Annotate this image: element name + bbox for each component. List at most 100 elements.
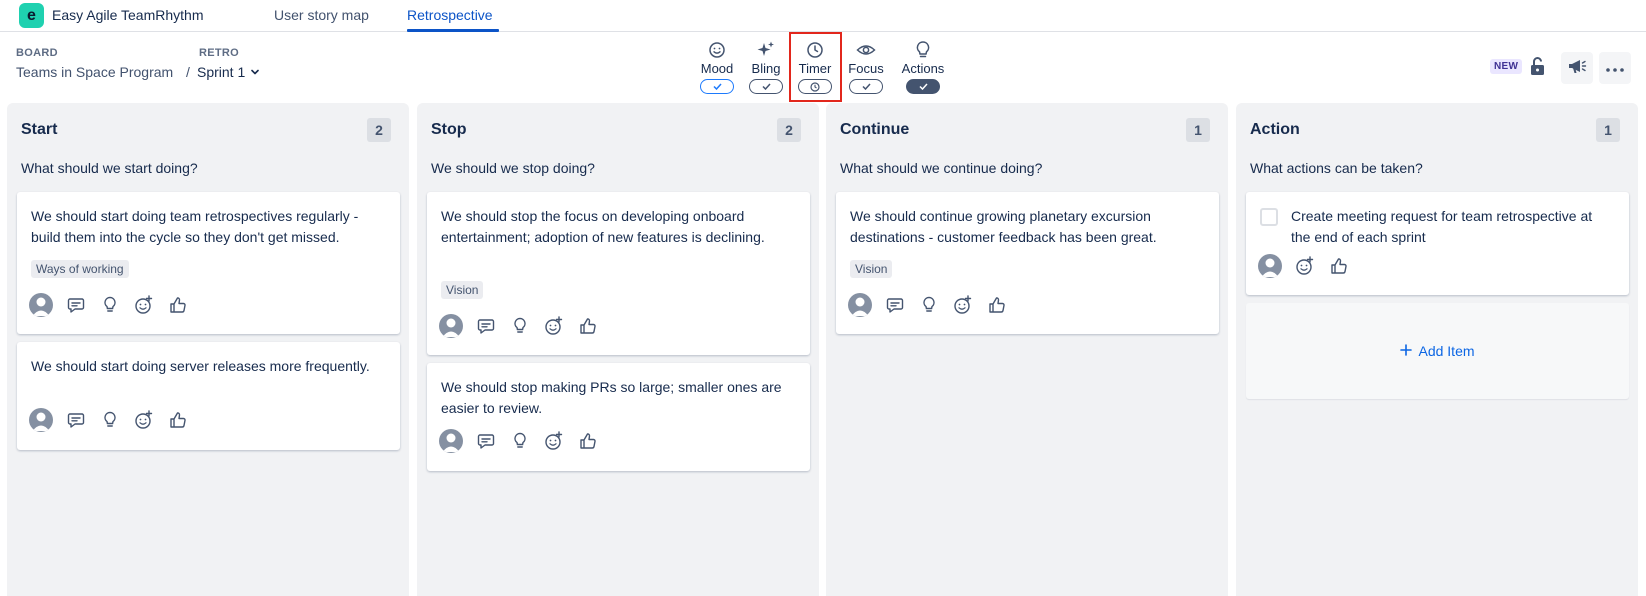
mood-toggle[interactable] <box>700 79 734 94</box>
lightbulb-icon[interactable] <box>918 294 940 316</box>
bling-tool[interactable]: Bling <box>743 40 789 96</box>
column-continue: Continue 1 What should we continue doing… <box>826 103 1228 596</box>
retro-label: RETRO <box>199 47 239 59</box>
timer-highlight-box <box>789 32 842 102</box>
retro-card[interactable]: We should start doing team retrospective… <box>17 192 400 334</box>
thumbs-up-icon[interactable] <box>167 294 189 316</box>
active-tab-indicator <box>407 29 499 32</box>
column-title: Stop <box>431 121 467 138</box>
retro-card[interactable]: We should stop making PRs so large; smal… <box>427 363 810 471</box>
card-actions <box>29 408 189 432</box>
card-actions <box>848 293 1008 317</box>
comment-icon[interactable] <box>475 315 497 337</box>
board-link[interactable]: Teams in Space Program <box>16 64 173 80</box>
lightbulb-icon[interactable] <box>99 294 121 316</box>
smiley-icon <box>707 40 727 60</box>
add-item-label: Add Item <box>1418 343 1475 359</box>
plus-icon <box>1400 343 1413 359</box>
avatar[interactable] <box>1258 254 1282 278</box>
column-count-badge: 1 <box>1596 118 1620 142</box>
add-item-button[interactable]: Add Item <box>1246 303 1629 399</box>
avatar[interactable] <box>29 293 53 317</box>
column-prompt: What should we continue doing? <box>840 160 1043 176</box>
column-title: Action <box>1250 121 1300 138</box>
breadcrumb-separator: / <box>186 64 190 80</box>
actions-toggle[interactable] <box>906 79 940 94</box>
mood-label: Mood <box>700 61 734 76</box>
retro-card[interactable]: We should start doing server releases mo… <box>17 342 400 450</box>
thumbs-up-icon[interactable] <box>1328 255 1350 277</box>
sprint-selector[interactable]: Sprint 1 <box>197 64 260 80</box>
card-text: We should start doing server releases mo… <box>31 358 370 374</box>
add-reaction-icon[interactable] <box>543 315 565 337</box>
add-reaction-icon[interactable] <box>952 294 974 316</box>
avatar[interactable] <box>439 314 463 338</box>
column-prompt: We should we stop doing? <box>431 160 595 176</box>
column-title: Continue <box>840 121 910 138</box>
thumbs-up-icon[interactable] <box>986 294 1008 316</box>
tab-retrospective[interactable]: Retrospective <box>407 7 493 23</box>
retro-card[interactable]: We should stop the focus on developing o… <box>427 192 810 355</box>
lightbulb-icon[interactable] <box>509 430 531 452</box>
add-reaction-icon[interactable] <box>133 409 155 431</box>
comment-icon[interactable] <box>475 430 497 452</box>
add-reaction-icon[interactable] <box>133 294 155 316</box>
app-name[interactable]: Easy Agile TeamRhythm <box>52 7 203 23</box>
board-label: BOARD <box>16 47 58 59</box>
lightbulb-icon <box>913 40 933 60</box>
app-logo-icon[interactable]: e <box>19 3 44 28</box>
avatar[interactable] <box>29 408 53 432</box>
retro-card[interactable]: We should continue growing planetary exc… <box>836 192 1219 334</box>
card-tag[interactable]: Vision <box>850 260 893 278</box>
thumbs-up-icon[interactable] <box>577 315 599 337</box>
more-dots-icon <box>1606 59 1624 77</box>
chevron-down-icon <box>250 64 260 80</box>
new-badge: NEW <box>1490 59 1523 74</box>
card-text: We should stop the focus on developing o… <box>441 208 765 245</box>
card-actions <box>439 314 599 338</box>
action-checkbox[interactable] <box>1260 208 1278 226</box>
actions-tool[interactable]: Actions <box>900 40 946 96</box>
action-card[interactable]: Create meeting request for team retrospe… <box>1246 192 1629 295</box>
avatar[interactable] <box>848 293 872 317</box>
mood-tool[interactable]: Mood <box>694 40 740 96</box>
column-start: Start 2 What should we start doing? We s… <box>7 103 409 596</box>
unlock-icon <box>1529 56 1547 81</box>
bling-label: Bling <box>751 61 781 76</box>
column-count-badge: 2 <box>367 118 391 142</box>
comment-icon[interactable] <box>65 294 87 316</box>
tab-user-story-map[interactable]: User story map <box>274 7 369 23</box>
check-icon <box>761 83 771 90</box>
actions-label: Actions <box>901 61 945 76</box>
more-options-button[interactable] <box>1599 52 1631 84</box>
add-reaction-icon[interactable] <box>543 430 565 452</box>
sparkles-icon <box>756 40 776 60</box>
focus-tool[interactable]: Focus <box>843 40 889 96</box>
card-actions <box>29 293 189 317</box>
add-reaction-icon[interactable] <box>1294 255 1316 277</box>
lightbulb-icon[interactable] <box>99 409 121 431</box>
column-stop: Stop 2 We should we stop doing? We shoul… <box>417 103 819 596</box>
unlock-button[interactable] <box>1522 52 1554 84</box>
column-count-badge: 1 <box>1186 118 1210 142</box>
bling-toggle[interactable] <box>749 79 783 94</box>
comment-icon[interactable] <box>884 294 906 316</box>
eye-icon <box>856 40 876 60</box>
card-actions <box>1258 254 1350 278</box>
thumbs-up-icon[interactable] <box>577 430 599 452</box>
thumbs-up-icon[interactable] <box>167 409 189 431</box>
lightbulb-icon[interactable] <box>509 315 531 337</box>
card-text: Create meeting request for team retrospe… <box>1291 208 1593 245</box>
card-text: We should start doing team retrospective… <box>31 208 359 245</box>
column-count-badge: 2 <box>777 118 801 142</box>
card-text: We should continue growing planetary exc… <box>850 208 1157 245</box>
column-prompt: What actions can be taken? <box>1250 160 1423 176</box>
comment-icon[interactable] <box>65 409 87 431</box>
card-tag[interactable]: Vision <box>441 281 484 299</box>
avatar[interactable] <box>439 429 463 453</box>
card-text: We should stop making PRs so large; smal… <box>441 379 782 416</box>
card-tag[interactable]: Ways of working <box>31 260 129 278</box>
focus-toggle[interactable] <box>849 79 883 94</box>
announcement-button[interactable] <box>1561 52 1593 84</box>
check-icon <box>861 83 871 90</box>
